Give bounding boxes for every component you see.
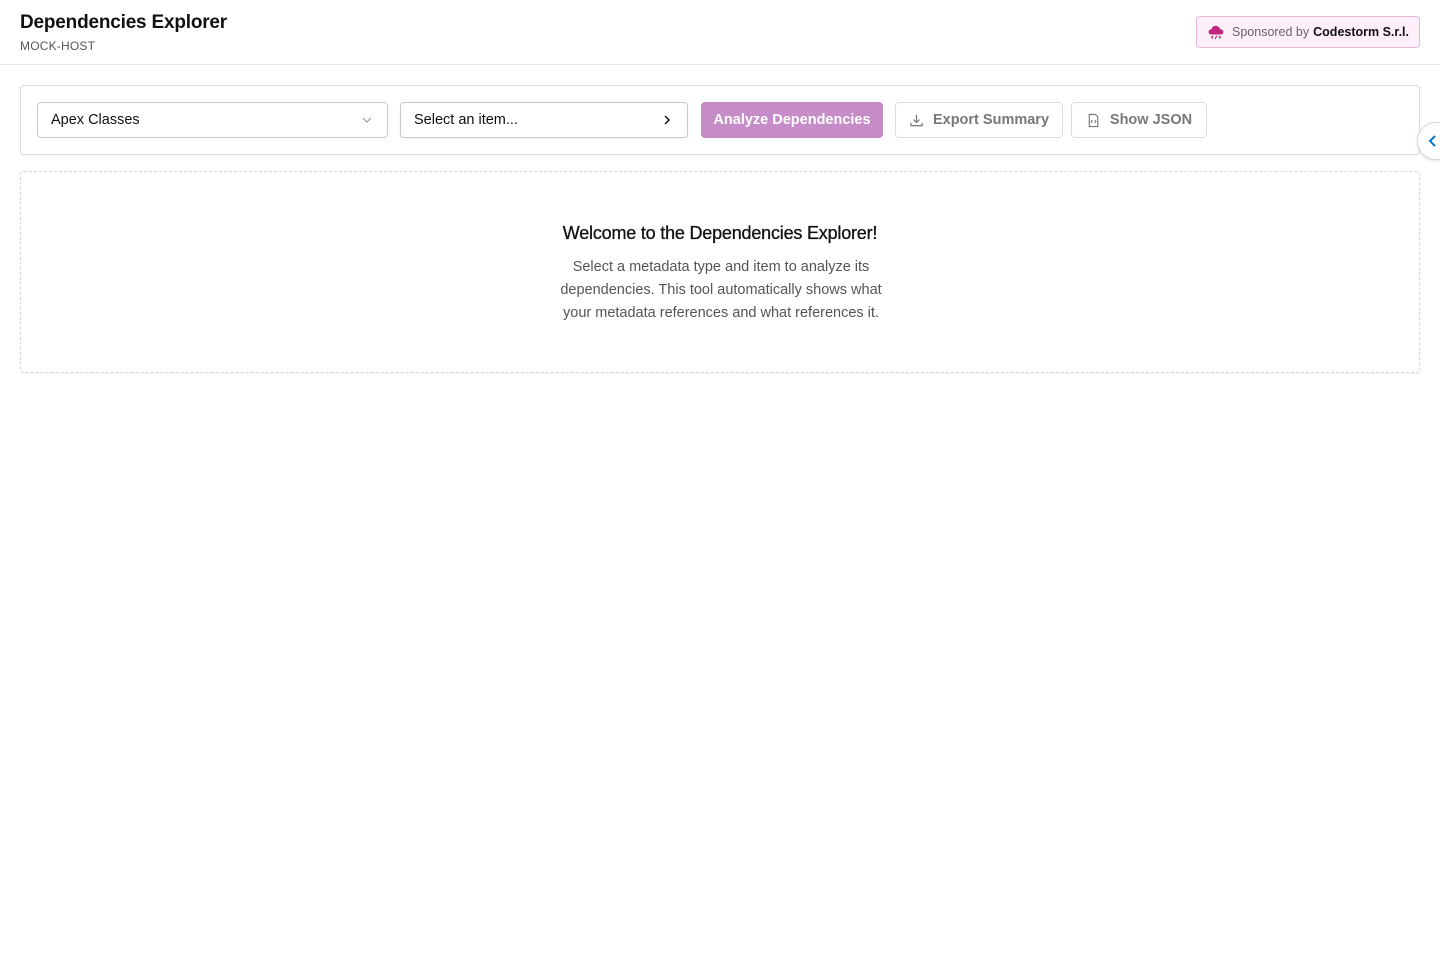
page-title: Dependencies Explorer — [20, 12, 227, 33]
metadata-type-select[interactable]: Apex Classes — [37, 102, 388, 138]
toolbar-card: Apex Classes Select an item... Analyze D… — [20, 85, 1420, 155]
item-picker-placeholder: Select an item... — [414, 112, 518, 128]
chevron-down-icon — [362, 117, 372, 123]
download-icon — [910, 114, 923, 126]
analyze-dependencies-button[interactable]: Analyze Dependencies — [701, 102, 883, 138]
welcome-panel: Welcome to the Dependencies Explorer! Se… — [20, 171, 1420, 373]
show-json-label: Show JSON — [1109, 112, 1193, 128]
sponsor-prefix: Sponsored by — [1232, 25, 1310, 39]
welcome-description: Select a metadata type and item to analy… — [560, 259, 882, 321]
chevron-left-icon — [1428, 135, 1436, 147]
chevron-right-icon — [664, 115, 670, 125]
host-label: MOCK-HOST — [20, 39, 96, 53]
side-panel-toggle-button[interactable] — [1417, 122, 1440, 160]
show-json-button[interactable]: Show JSON — [1071, 102, 1207, 138]
sponsor-brand: Codestorm S.r.l. — [1313, 25, 1409, 39]
item-picker[interactable]: Select an item... — [400, 102, 688, 138]
export-summary-label: Export Summary — [932, 112, 1050, 128]
export-summary-button[interactable]: Export Summary — [895, 102, 1063, 138]
metadata-type-value: Apex Classes — [51, 112, 140, 128]
app-header: Dependencies Explorer MOCK-HOST Sponsore… — [0, 0, 1440, 65]
file-code-icon — [1088, 113, 1099, 127]
welcome-title: Welcome to the Dependencies Explorer! — [562, 223, 878, 243]
sponsor-badge[interactable]: Sponsored by Codestorm S.r.l. — [1196, 16, 1420, 48]
cloud-code-icon — [1207, 24, 1225, 40]
